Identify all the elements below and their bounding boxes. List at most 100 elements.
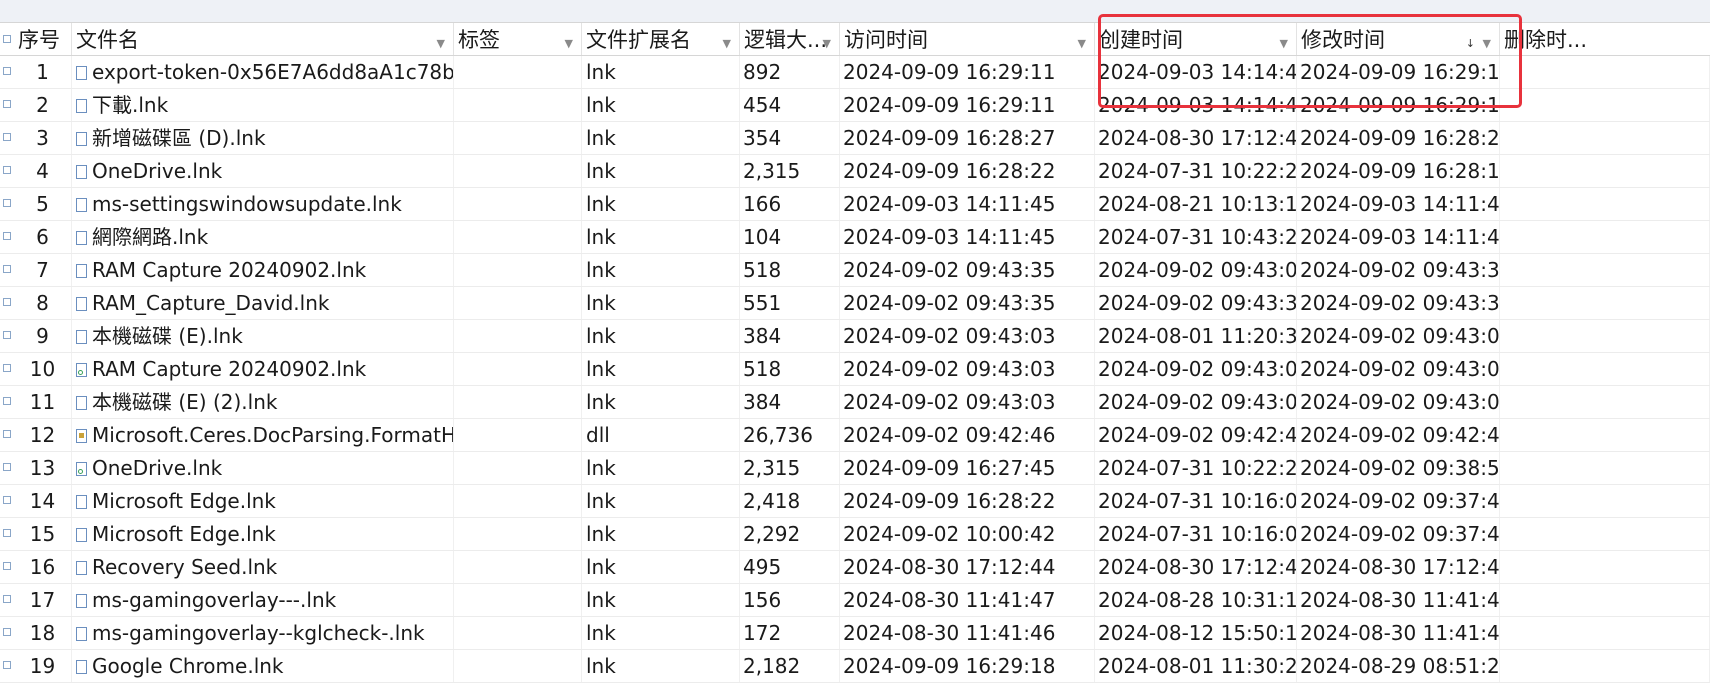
cell-access: 2024-09-02 09:43:03: [840, 320, 1095, 352]
filter-icon[interactable]: ▼: [565, 27, 573, 55]
table-row[interactable]: 3 新增磁碟區 (D).lnk lnk 354 2024-09-09 16:28:27 2…: [0, 122, 1710, 155]
row-checkbox[interactable]: [3, 199, 11, 207]
row-checkbox[interactable]: [3, 298, 11, 306]
row-checkbox[interactable]: [3, 232, 11, 240]
filter-icon[interactable]: ▼: [1078, 27, 1086, 55]
cell-text: 1: [36, 60, 49, 84]
cell-text: 2024-09-09 16:28:19: [1300, 159, 1500, 183]
table-row[interactable]: 13 OneDrive.lnk lnk 2,315 2024-09-09 16:27:4…: [0, 452, 1710, 485]
cell-text: 19: [29, 654, 56, 678]
table-row[interactable]: 1 export-token-0x56E7A6dd8aA1c78ba... lnk 8…: [0, 56, 1710, 89]
cell-modified: 2024-09-02 09:43:03: [1297, 353, 1500, 385]
cell-size: 551: [740, 287, 840, 319]
column-header-ext[interactable]: 文件扩展名 ▼: [582, 23, 740, 55]
cell-created: 2024-08-01 11:30:20: [1095, 650, 1297, 682]
filter-icon[interactable]: ▼: [823, 27, 831, 55]
table-row[interactable]: 11 本機磁碟 (E) (2).lnk lnk 384 2024-09-02 09:43…: [0, 386, 1710, 419]
table-row[interactable]: 19 Google Chrome.lnk lnk 2,182 2024-09-09 16…: [0, 650, 1710, 683]
header-label: 访问时间: [844, 28, 928, 52]
cell-seq: 10: [14, 353, 72, 385]
filter-icon[interactable]: ▼: [1483, 27, 1491, 55]
cell-text: 2: [36, 93, 49, 117]
header-label: 文件扩展名: [586, 28, 691, 52]
cell-size: 454: [740, 89, 840, 121]
column-header-name[interactable]: 文件名 ▼: [72, 23, 454, 55]
file-icon: [76, 231, 87, 245]
cell-text: lnk: [586, 291, 616, 315]
row-checkbox[interactable]: [3, 628, 11, 636]
cell-text: Recovery Seed.lnk: [92, 555, 278, 579]
row-checkbox[interactable]: [3, 67, 11, 75]
column-header-tag[interactable]: 标签 ▼: [454, 23, 582, 55]
row-checkbox[interactable]: [3, 397, 11, 405]
cell-created: 2024-09-02 09:43:35: [1095, 287, 1297, 319]
file-icon: [76, 66, 87, 80]
filter-icon[interactable]: ▼: [723, 27, 731, 55]
cell-tag: [454, 221, 582, 253]
table-row[interactable]: 17 ms-gamingoverlay---.lnk lnk 156 2024-08-3…: [0, 584, 1710, 617]
cell-text: 10: [29, 357, 56, 381]
cell-text: 6: [36, 225, 49, 249]
cell-text: 2024-09-09 16:28:22: [843, 159, 1056, 183]
table-row[interactable]: 4 OneDrive.lnk lnk 2,315 2024-09-09 16:28:22…: [0, 155, 1710, 188]
table-row[interactable]: 18 ms-gamingoverlay--kglcheck-.lnk lnk 172 2…: [0, 617, 1710, 650]
table-row[interactable]: 9 本機磁碟 (E).lnk lnk 384 2024-09-02 09:43:03 20…: [0, 320, 1710, 353]
table-row[interactable]: 5 ms-settingswindowsupdate.lnk lnk 166 2024-…: [0, 188, 1710, 221]
table-row[interactable]: 6 網際網路.lnk lnk 104 2024-09-03 14:11:45 2024-0…: [0, 221, 1710, 254]
file-icon: [76, 99, 87, 113]
filter-icon[interactable]: ▼: [1280, 27, 1288, 55]
cell-created: 2024-07-31 10:22:20: [1095, 452, 1297, 484]
cell-ext: lnk: [582, 386, 740, 418]
table-row[interactable]: 15 Microsoft Edge.lnk lnk 2,292 2024-09-02 1…: [0, 518, 1710, 551]
row-checkbox[interactable]: [3, 265, 11, 273]
column-header-modified[interactable]: 修改时间 ↓ ▼: [1297, 23, 1500, 55]
cell-text: 下載.lnk: [92, 93, 169, 117]
row-checkbox[interactable]: [3, 430, 11, 438]
select-all-checkbox[interactable]: [3, 35, 11, 43]
row-checkbox[interactable]: [3, 529, 11, 537]
cell-name: OneDrive.lnk: [72, 155, 454, 187]
row-checkbox[interactable]: [3, 595, 11, 603]
row-checkbox[interactable]: [3, 133, 11, 141]
cell-text: 2024-08-30 11:41:47: [843, 588, 1056, 612]
row-checkbox[interactable]: [3, 661, 11, 669]
cell-created: 2024-08-01 11:20:32: [1095, 320, 1297, 352]
row-checkbox[interactable]: [3, 562, 11, 570]
cell-text: 2024-08-30 11:41:46: [1300, 621, 1500, 645]
cell-modified: 2024-09-03 14:11:45: [1297, 221, 1500, 253]
cell-tag: [454, 320, 582, 352]
table-row[interactable]: 16 Recovery Seed.lnk lnk 495 2024-08-30 17:1…: [0, 551, 1710, 584]
cell-text: Microsoft.Ceres.DocParsing.FormatH...: [92, 423, 454, 447]
cell-modified: 2024-09-09 16:28:27: [1297, 122, 1500, 154]
column-header-created[interactable]: 创建时间 ▼: [1095, 23, 1297, 55]
row-checkbox[interactable]: [3, 100, 11, 108]
table-row[interactable]: 7 RAM Capture 20240902.lnk lnk 518 2024-09-0…: [0, 254, 1710, 287]
table-row[interactable]: 14 Microsoft Edge.lnk lnk 2,418 2024-09-09 1…: [0, 485, 1710, 518]
column-header-access[interactable]: 访问时间 ▼: [840, 23, 1095, 55]
cell-deleted: [1500, 221, 1710, 253]
column-header-deleted[interactable]: 删除时...: [1500, 23, 1710, 55]
cell-tag: [454, 56, 582, 88]
sort-desc-icon[interactable]: ↓: [1466, 27, 1475, 55]
column-header-seq[interactable]: 序号: [14, 23, 72, 55]
row-checkbox[interactable]: [3, 496, 11, 504]
cell-modified: 2024-09-09 16:28:19: [1297, 155, 1500, 187]
table-row[interactable]: 8 RAM_Capture_David.lnk lnk 551 2024-09-02 0…: [0, 287, 1710, 320]
table-row[interactable]: 2 下載.lnk lnk 454 2024-09-09 16:29:11 2024-09-…: [0, 89, 1710, 122]
cell-text: RAM Capture 20240902.lnk: [92, 357, 367, 381]
row-checkbox[interactable]: [3, 463, 11, 471]
cell-name: OneDrive.lnk: [72, 452, 454, 484]
table-header: 序号 文件名 ▼ 标签 ▼ 文件扩展名 ▼ 逻辑大... ▼ 访问时间 ▼ 创建时间 ▼ 修…: [0, 22, 1710, 56]
cell-created: 2024-07-31 10:16:08: [1095, 485, 1297, 517]
cell-text: OneDrive.lnk: [92, 456, 223, 480]
filter-icon[interactable]: ▼: [437, 27, 445, 55]
row-checkbox[interactable]: [3, 166, 11, 174]
table-row[interactable]: 10 RAM Capture 20240902.lnk lnk 518 2024-09-…: [0, 353, 1710, 386]
column-header-size[interactable]: 逻辑大... ▼: [740, 23, 840, 55]
row-checkbox[interactable]: [3, 331, 11, 339]
cell-size: 354: [740, 122, 840, 154]
table-row[interactable]: 12 Microsoft.Ceres.DocParsing.FormatH... d…: [0, 419, 1710, 452]
row-checkbox[interactable]: [3, 364, 11, 372]
cell-text: 2024-09-03 14:14:44: [1098, 93, 1297, 117]
file-icon: [76, 198, 87, 212]
